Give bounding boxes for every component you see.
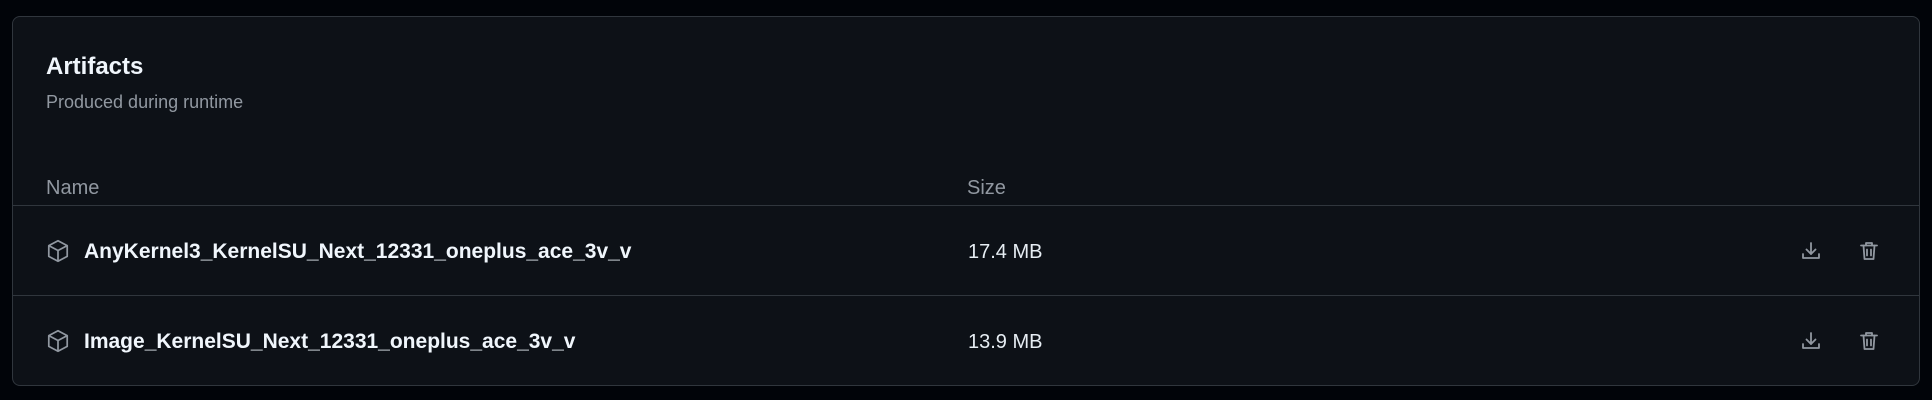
artifact-size: 13.9 MB <box>968 331 1043 353</box>
package-icon <box>45 328 71 354</box>
artifacts-header: Artifacts Produced during runtime <box>13 17 1919 135</box>
artifact-size: 17.4 MB <box>968 241 1043 263</box>
column-header-name: Name <box>46 177 100 199</box>
artifact-name[interactable]: Image_KernelSU_Next_12331_oneplus_ace_3v… <box>84 330 575 354</box>
trash-icon <box>1860 332 1878 350</box>
download-icon <box>1802 332 1820 349</box>
column-header-size: Size <box>967 177 1006 199</box>
artifacts-subtitle: Produced during runtime <box>46 92 244 112</box>
artifacts-panel: Artifacts Produced during runtime Name S… <box>12 16 1920 386</box>
table-row: Image_KernelSU_Next_12331_oneplus_ace_3v… <box>13 296 1919 385</box>
artifact-name[interactable]: AnyKernel3_KernelSU_Next_12331_oneplus_a… <box>84 240 632 264</box>
package-icon <box>45 238 71 264</box>
download-icon <box>1802 242 1820 259</box>
artifacts-title: Artifacts <box>46 53 144 80</box>
table-row: AnyKernel3_KernelSU_Next_12331_oneplus_a… <box>13 206 1919 296</box>
table-header: Name Size <box>13 135 1919 206</box>
download-button[interactable] <box>1793 323 1829 359</box>
trash-icon <box>1860 242 1878 260</box>
delete-button[interactable] <box>1851 323 1887 359</box>
download-button[interactable] <box>1793 233 1829 269</box>
delete-button[interactable] <box>1851 233 1887 269</box>
